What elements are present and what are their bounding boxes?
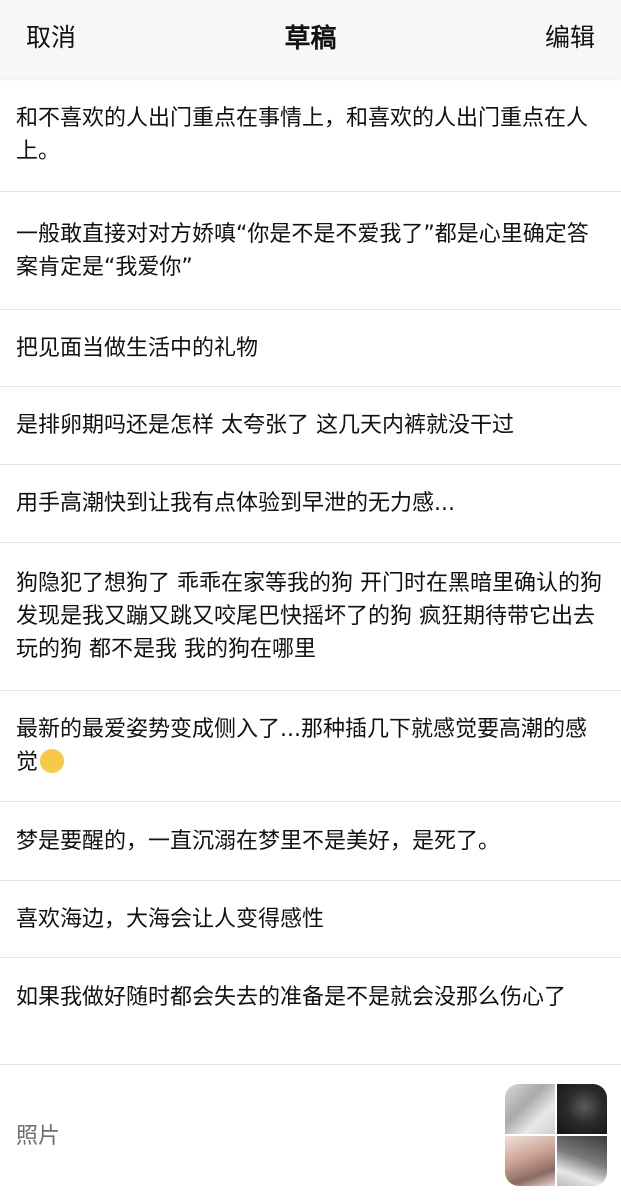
draft-text-container: 最新的最爱姿势变成侧入了...那种插几下就感觉要高潮的感觉	[16, 713, 605, 779]
photo-thumbnail	[557, 1084, 607, 1134]
draft-item[interactable]: 用手高潮快到让我有点体验到早泄的无力感...	[0, 465, 621, 543]
draft-text: 梦是要醒的，一直沉溺在梦里不是美好，是死了。	[16, 828, 501, 854]
photo-thumbnail	[505, 1084, 555, 1134]
photo-thumbnail	[505, 1136, 555, 1186]
photos-label[interactable]: 照片	[16, 1118, 60, 1150]
draft-text: 狗隐犯了想狗了 乖乖在家等我的狗 开门时在黑暗里确认的狗 发现是我又蹦又跳又咬尾…	[16, 571, 609, 662]
draft-item[interactable]: 狗隐犯了想狗了 乖乖在家等我的狗 开门时在黑暗里确认的狗 发现是我又蹦又跳又咬尾…	[0, 543, 621, 691]
draft-item[interactable]: 喜欢海边，大海会让人变得感性	[0, 881, 621, 958]
draft-text: 一般敢直接对对方娇嗔“你是不是不爱我了”都是心里确定答案肯定是“我爱你”	[16, 221, 589, 280]
draft-item[interactable]: 如果我做好随时都会失去的准备是不是就会没那么伤心了	[0, 958, 621, 1037]
photos-section: 照片	[0, 1064, 621, 1201]
draft-item[interactable]: 是排卵期吗还是怎样 太夸张了 这几天内裤就没干过	[0, 387, 621, 465]
draft-text: 是排卵期吗还是怎样 太夸张了 这几天内裤就没干过	[16, 413, 514, 438]
draft-item[interactable]: 一般敢直接对对方娇嗔“你是不是不爱我了”都是心里确定答案肯定是“我爱你”	[0, 192, 621, 310]
draft-text: 把见面当做生活中的礼物	[16, 335, 259, 361]
draft-item[interactable]: 最新的最爱姿势变成侧入了...那种插几下就感觉要高潮的感觉	[0, 691, 621, 802]
pleading-face-emoji-icon	[40, 749, 65, 773]
nav-bar: 取消 草稿 编辑	[0, 0, 621, 78]
draft-text: 和不喜欢的人出门重点在事情上，和喜欢的人出门重点在人上。	[16, 105, 589, 164]
photo-thumbnail	[557, 1136, 607, 1186]
draft-text: 用手高潮快到让我有点体验到早泄的无力感...	[16, 491, 455, 516]
draft-item[interactable]: 把见面当做生活中的礼物	[0, 310, 621, 387]
edit-button[interactable]: 编辑	[545, 18, 595, 54]
draft-text: 喜欢海边，大海会让人变得感性	[16, 906, 325, 932]
draft-text: 如果我做好随时都会失去的准备是不是就会没那么伤心了	[16, 985, 567, 1010]
draft-list: 和不喜欢的人出门重点在事情上，和喜欢的人出门重点在人上。 一般敢直接对对方娇嗔“…	[0, 78, 621, 1037]
page-title: 草稿	[284, 24, 337, 54]
draft-item[interactable]: 和不喜欢的人出门重点在事情上，和喜欢的人出门重点在人上。	[0, 78, 621, 192]
draft-text: 最新的最爱姿势变成侧入了...那种插几下就感觉要高潮的感觉	[16, 717, 587, 775]
photo-thumbnail-grid[interactable]	[505, 1084, 607, 1186]
draft-item[interactable]: 梦是要醒的，一直沉溺在梦里不是美好，是死了。	[0, 802, 621, 881]
